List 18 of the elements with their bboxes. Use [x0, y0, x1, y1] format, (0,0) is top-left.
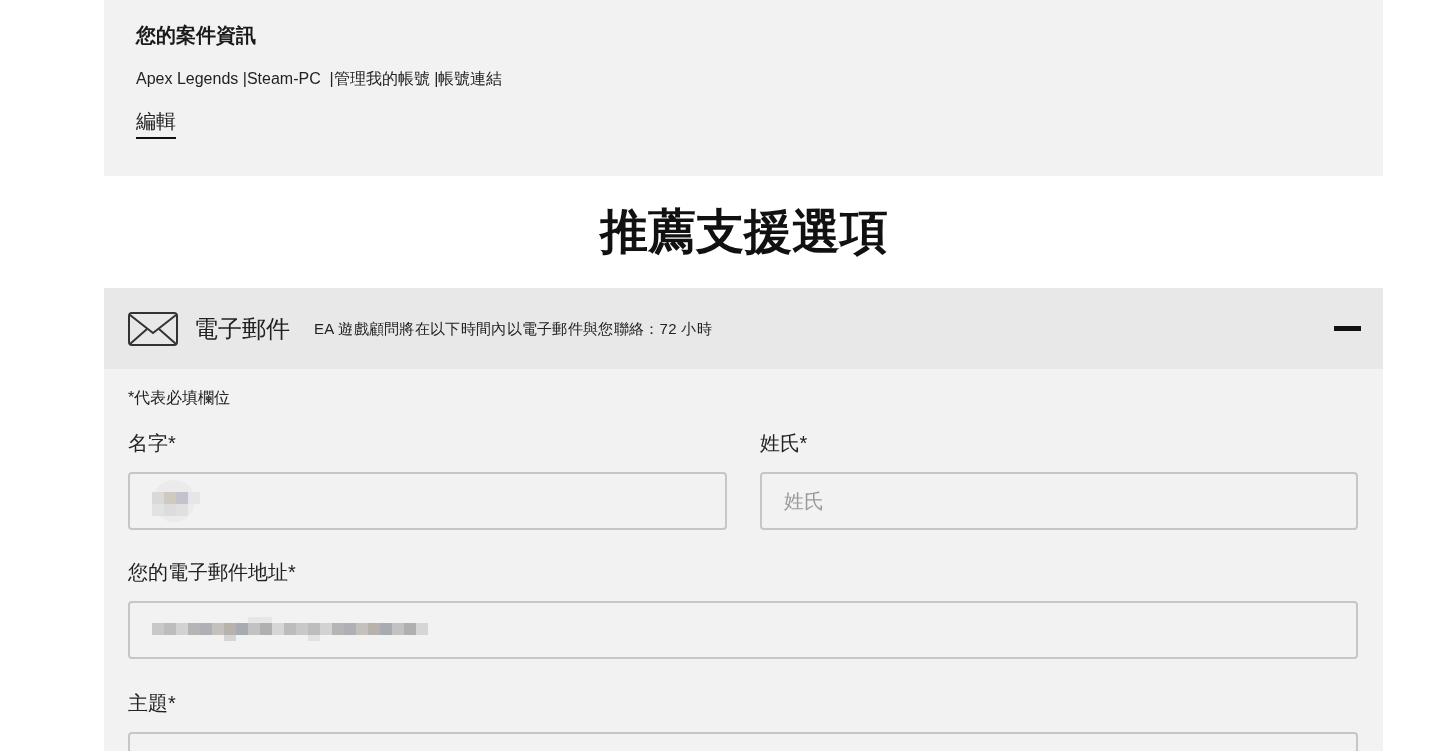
email-option-header[interactable]: 電子郵件 EA 遊戲顧問將在以下時間內以電子郵件與您聯絡：72 小時	[104, 288, 1383, 369]
field-label: 您的電子郵件地址*	[128, 560, 296, 584]
case-summary: Apex Legends |Steam-PC |管理我的帳號 |帳號連結	[136, 69, 503, 89]
edit-link[interactable]: 編輯	[136, 109, 176, 139]
input-field[interactable]	[128, 472, 727, 530]
required-note: *代表必填欄位	[128, 388, 231, 408]
panel-title: 您的案件資訊	[136, 23, 256, 47]
option-title: 電子郵件	[194, 313, 290, 344]
field-label: 名字*	[128, 431, 176, 455]
input-field[interactable]	[128, 601, 1358, 659]
page-heading: 推薦支援選項	[599, 204, 888, 260]
field-label: 姓氏*	[759, 431, 808, 455]
collapse-icon[interactable]	[1334, 326, 1361, 331]
placeholder-text: 姓氏	[783, 489, 824, 514]
option-description: EA 遊戲顧問將在以下時間內以電子郵件與您聯絡：72 小時	[314, 318, 712, 339]
blurred-value	[152, 480, 200, 522]
envelope-icon	[128, 311, 178, 346]
field-label: 主題*	[128, 691, 176, 715]
